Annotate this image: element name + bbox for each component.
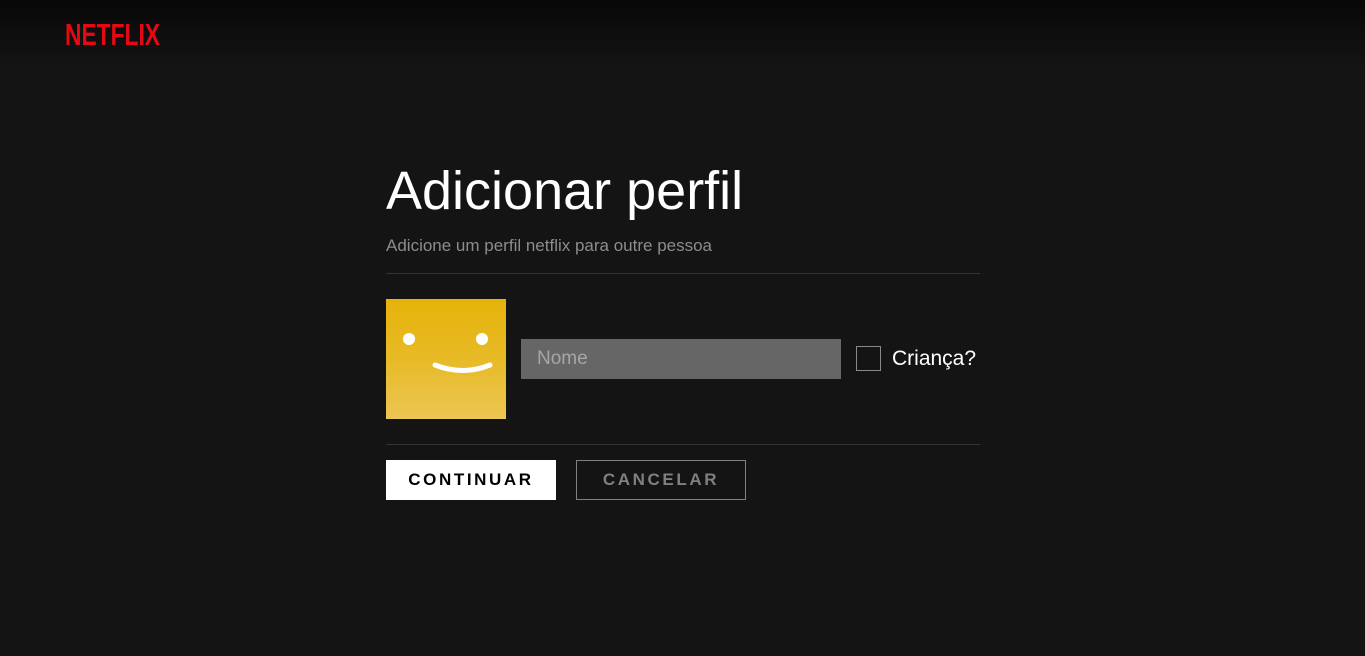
divider-bottom	[386, 444, 980, 445]
top-bar: NETFLIX	[0, 0, 1365, 70]
divider-top	[386, 273, 980, 274]
smiley-avatar-icon	[403, 333, 493, 373]
profile-avatar	[386, 299, 506, 419]
logo-text: NETFLIX	[65, 18, 160, 48]
netflix-logo[interactable]: NETFLIX	[65, 18, 160, 48]
cancel-button[interactable]: CANCELAR	[576, 460, 746, 500]
continue-button[interactable]: CONTINUAR	[386, 460, 556, 500]
profile-name-input[interactable]	[521, 339, 841, 379]
kids-checkbox-label[interactable]: Criança?	[892, 346, 976, 371]
kids-checkbox[interactable]	[856, 346, 881, 371]
page-title: Adicionar perfil	[386, 161, 744, 221]
page-subtitle: Adicione um perfil netflix para outre pe…	[386, 236, 713, 255]
